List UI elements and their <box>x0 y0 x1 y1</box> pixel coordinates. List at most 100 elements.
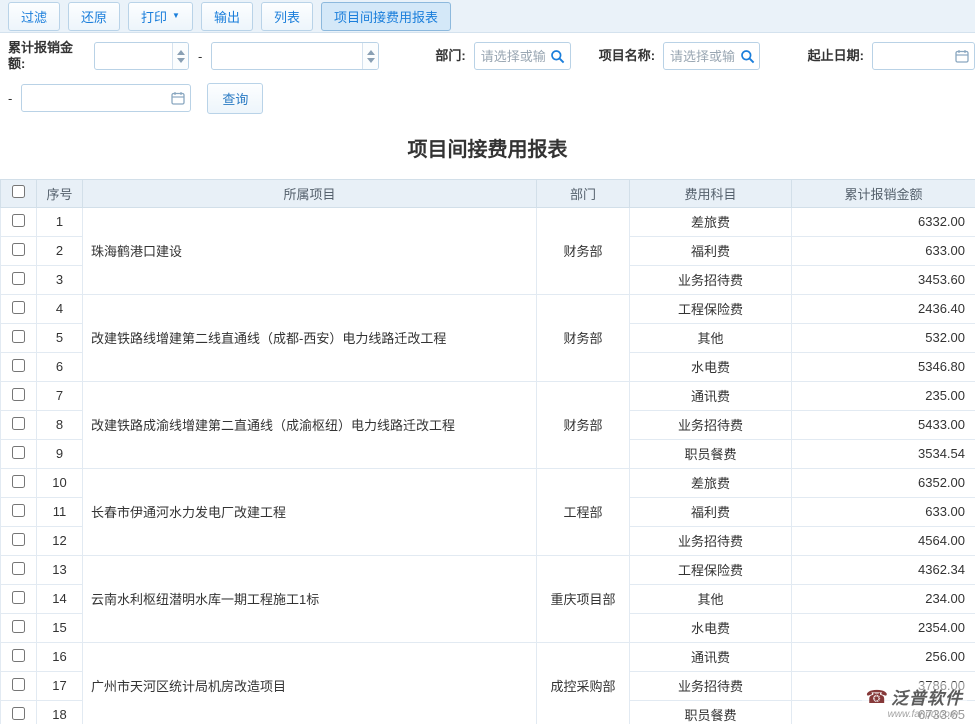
expense-subject-link[interactable]: 业务招待费 <box>630 671 792 700</box>
row-checkbox[interactable] <box>12 417 25 430</box>
spinner-down-icon[interactable] <box>177 58 185 63</box>
row-checkbox-cell <box>1 236 37 265</box>
row-checkbox-cell <box>1 294 37 323</box>
row-checkbox[interactable] <box>12 330 25 343</box>
row-number-cell: 15 <box>37 613 83 642</box>
row-checkbox[interactable] <box>12 359 25 372</box>
date-to-calendar-button[interactable] <box>168 88 188 108</box>
row-checkbox[interactable] <box>12 301 25 314</box>
row-checkbox-cell <box>1 613 37 642</box>
row-number-cell: 6 <box>37 352 83 381</box>
amount-cell: 6352.00 <box>792 468 975 497</box>
row-number-cell: 2 <box>37 236 83 265</box>
amount-cell: 6733.65 <box>792 700 975 724</box>
row-checkbox[interactable] <box>12 475 25 488</box>
expense-subject-link[interactable]: 水电费 <box>630 352 792 381</box>
expense-subject-link[interactable]: 职员餐费 <box>630 439 792 468</box>
toolbar-button-print[interactable]: 打印▼ <box>128 2 193 31</box>
row-checkbox-cell <box>1 468 37 497</box>
row-checkbox[interactable] <box>12 620 25 633</box>
expense-subject-link[interactable]: 差旅费 <box>630 468 792 497</box>
expense-subject-link[interactable]: 福利费 <box>630 236 792 265</box>
expense-subject-link[interactable]: 职员餐费 <box>630 700 792 724</box>
project-search-button[interactable] <box>737 46 757 66</box>
expense-subject-link[interactable]: 业务招待费 <box>630 410 792 439</box>
row-number-cell: 11 <box>37 497 83 526</box>
expense-subject-link[interactable]: 业务招待费 <box>630 265 792 294</box>
header-project: 所属项目 <box>83 179 537 207</box>
project-link[interactable]: 云南水利枢纽潜明水库一期工程施工1标 <box>83 555 537 642</box>
row-checkbox-cell <box>1 439 37 468</box>
project-link[interactable]: 长春市伊通河水力发电厂改建工程 <box>83 468 537 555</box>
expense-subject-link[interactable]: 差旅费 <box>630 207 792 236</box>
row-checkbox-cell <box>1 207 37 236</box>
print-button-label: 打印 <box>141 7 167 26</box>
spinner-up-icon[interactable] <box>367 50 375 55</box>
spinner-down-icon[interactable] <box>367 58 375 63</box>
project-link[interactable]: 改建铁路成渝线增建第二直通线（成渝枢纽）电力线路迁改工程 <box>83 381 537 468</box>
toolbar-button-output[interactable]: 输出 <box>201 2 253 31</box>
toolbar-tab-report[interactable]: 项目间接费用报表 <box>321 2 451 31</box>
project-link[interactable]: 改建铁路线增建第二线直通线（成都-西安）电力线路迁改工程 <box>83 294 537 381</box>
date-from-wrap <box>872 42 975 70</box>
row-number-cell: 13 <box>37 555 83 584</box>
row-checkbox[interactable] <box>12 591 25 604</box>
row-checkbox[interactable] <box>12 533 25 546</box>
spinner-up-icon[interactable] <box>177 50 185 55</box>
row-checkbox[interactable] <box>12 272 25 285</box>
toolbar-button-list[interactable]: 列表 <box>261 2 313 31</box>
search-icon <box>740 49 755 64</box>
row-checkbox[interactable] <box>12 562 25 575</box>
amount-to-input[interactable] <box>211 42 379 70</box>
query-button[interactable]: 查询 <box>207 83 263 114</box>
row-number-cell: 12 <box>37 526 83 555</box>
select-all-checkbox[interactable] <box>12 185 25 198</box>
toolbar-button-restore[interactable]: 还原 <box>68 2 120 31</box>
amount-cell: 3786.00 <box>792 671 975 700</box>
row-checkbox[interactable] <box>12 504 25 517</box>
row-checkbox[interactable] <box>12 446 25 459</box>
header-subject: 费用科目 <box>630 179 792 207</box>
table-row: 1珠海鹤港口建设财务部差旅费6332.00 <box>1 207 975 236</box>
header-checkbox-cell <box>1 179 37 207</box>
date-from-calendar-button[interactable] <box>952 46 972 66</box>
department-cell: 财务部 <box>537 381 630 468</box>
page-title: 项目间接费用报表 <box>0 133 975 162</box>
row-number-cell: 8 <box>37 410 83 439</box>
row-number-cell: 16 <box>37 642 83 671</box>
row-checkbox[interactable] <box>12 649 25 662</box>
table-row: 7改建铁路成渝线增建第二直通线（成渝枢纽）电力线路迁改工程财务部通讯费235.0… <box>1 381 975 410</box>
project-name-label: 项目名称: <box>599 48 655 64</box>
expense-subject-link[interactable]: 工程保险费 <box>630 555 792 584</box>
expense-subject-link[interactable]: 工程保险费 <box>630 294 792 323</box>
department-search-button[interactable] <box>548 46 568 66</box>
amount-to-spinner[interactable] <box>362 43 378 69</box>
expense-subject-link[interactable]: 通讯费 <box>630 381 792 410</box>
row-checkbox[interactable] <box>12 243 25 256</box>
expense-subject-link[interactable]: 水电费 <box>630 613 792 642</box>
department-cell: 财务部 <box>537 294 630 381</box>
project-input-wrap <box>663 42 760 70</box>
row-checkbox-cell <box>1 265 37 294</box>
row-checkbox-cell <box>1 410 37 439</box>
table-body: 1珠海鹤港口建设财务部差旅费6332.002福利费633.003业务招待费345… <box>1 207 975 724</box>
date-to-input[interactable] <box>21 84 191 112</box>
toolbar-button-filter[interactable]: 过滤 <box>8 2 60 31</box>
row-checkbox[interactable] <box>12 388 25 401</box>
project-link[interactable]: 广州市天河区统计局机房改造项目 <box>83 642 537 724</box>
expense-subject-link[interactable]: 业务招待费 <box>630 526 792 555</box>
header-no: 序号 <box>37 179 83 207</box>
project-link[interactable]: 珠海鹤港口建设 <box>83 207 537 294</box>
amount-from-spinner[interactable] <box>172 43 188 69</box>
date-to-wrap <box>21 84 191 112</box>
row-checkbox[interactable] <box>12 214 25 227</box>
amount-to-wrap <box>211 42 379 70</box>
row-checkbox[interactable] <box>12 678 25 691</box>
expense-subject-link[interactable]: 其他 <box>630 584 792 613</box>
expense-subject-link[interactable]: 其他 <box>630 323 792 352</box>
expense-subject-link[interactable]: 通讯费 <box>630 642 792 671</box>
report-table: 序号 所属项目 部门 费用科目 累计报销金额 1珠海鹤港口建设财务部差旅费633… <box>0 179 975 724</box>
expense-subject-link[interactable]: 福利费 <box>630 497 792 526</box>
table-row: 13云南水利枢纽潜明水库一期工程施工1标重庆项目部工程保险费4362.34 <box>1 555 975 584</box>
row-checkbox[interactable] <box>12 707 25 720</box>
